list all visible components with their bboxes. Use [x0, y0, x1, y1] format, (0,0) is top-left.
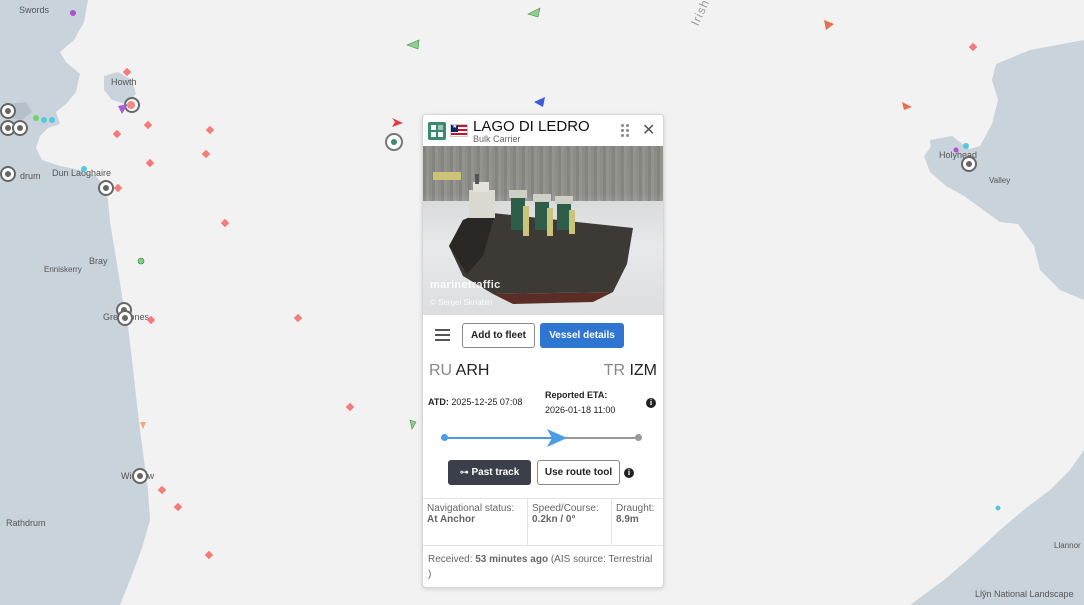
place-bray: Bray	[89, 256, 108, 266]
route-ports: RU ARH TR IZM	[423, 360, 663, 384]
route-tool-button[interactable]: Use route tool	[537, 460, 620, 485]
place-rathdrum: Rathdrum	[6, 518, 46, 528]
eta-info-icon[interactable]: i	[646, 398, 656, 408]
route-tool-info-icon[interactable]: i	[624, 468, 634, 478]
status-grid: Navigational status: At Anchor Speed/Cou…	[423, 498, 663, 546]
port-icon[interactable]	[0, 103, 16, 119]
liberia-flag-icon	[450, 124, 468, 137]
received-value: 53 minutes ago	[475, 554, 549, 565]
port-icon[interactable]	[961, 156, 977, 172]
port-icon[interactable]	[132, 468, 148, 484]
close-icon[interactable]: ✕	[642, 122, 655, 138]
port-icon[interactable]	[12, 120, 28, 136]
past-track-label: Past track	[471, 467, 520, 478]
place-drum: drum	[20, 171, 41, 181]
departure-port-code: ARH	[455, 362, 490, 379]
vessel-name: LAGO DI LEDRO	[473, 118, 590, 135]
atd: ATD: 2025-12-25 07:08	[428, 397, 522, 407]
eta-label: Reported ETA:	[545, 390, 608, 400]
vessel-type: Bulk Carrier	[473, 134, 521, 144]
vessel-info-card: LAGO DI LEDRO Bulk Carrier ✕	[422, 114, 664, 588]
speed-course-value: 0.2kn / 0°	[532, 514, 576, 525]
destination-port[interactable]: TR IZM	[604, 362, 657, 380]
departure-country: RU	[429, 362, 453, 379]
draught-label: Draught:	[616, 503, 655, 514]
voyage-progress	[441, 429, 642, 447]
progress-ship-arrow-icon	[546, 429, 567, 447]
past-track-icon: ⊶	[459, 468, 469, 478]
card-actions: Add to fleet Vessel details	[423, 321, 663, 351]
place-valley: Valley	[989, 176, 1011, 185]
past-track-button[interactable]: ⊶ Past track	[448, 460, 531, 485]
speed-course-cell: Speed/Course: 0.2kn / 0°	[528, 499, 612, 545]
nav-status-cell: Navigational status: At Anchor	[423, 499, 528, 545]
atd-label: ATD:	[428, 397, 449, 407]
received-label: Received:	[428, 554, 473, 565]
departure-port[interactable]: RU ARH	[429, 362, 489, 380]
photo-watermark: marinetraffic	[430, 279, 501, 291]
card-header: LAGO DI LEDRO Bulk Carrier ✕	[423, 115, 663, 146]
port-icon[interactable]	[0, 166, 16, 182]
received-info: Received: 53 minutes ago (AIS source: Te…	[428, 552, 658, 582]
draught-cell: Draught: 8.9m	[612, 499, 663, 545]
progress-start-dot	[441, 434, 448, 441]
progress-end-dot	[635, 434, 642, 441]
vessel-photo[interactable]: marinetraffic © Sergei Skriabin	[423, 146, 663, 315]
draught-value: 8.9m	[616, 514, 639, 525]
eta-value: 2026-01-18 11:00	[545, 405, 616, 415]
vessel-details-button[interactable]: Vessel details	[540, 323, 624, 348]
atd-value: 2025-12-25 07:08	[451, 397, 523, 407]
speed-course-label: Speed/Course:	[532, 503, 599, 514]
port-icon[interactable]	[117, 310, 133, 326]
selected-vessel-marker[interactable]	[385, 133, 403, 151]
destination-port-code: IZM	[629, 362, 657, 379]
place-howth: Howth	[111, 77, 137, 87]
nav-status-value: At Anchor	[427, 514, 475, 525]
place-llyn: Llŷn National Landscape	[975, 589, 1074, 599]
llyn-land	[910, 450, 1084, 605]
place-dun-laoghaire: Dun Laoghaire	[52, 168, 112, 178]
bulk-carrier-icon	[428, 122, 446, 140]
port-icon[interactable]	[124, 97, 140, 113]
place-llannor: Llannor	[1054, 541, 1081, 550]
port-icon[interactable]	[98, 180, 114, 196]
photo-credit: © Sergei Skriabin	[430, 298, 493, 307]
place-swords: Swords	[19, 5, 50, 15]
nav-status-label: Navigational status:	[427, 503, 515, 514]
place-enniskerry: Enniskerry	[44, 265, 82, 274]
add-to-fleet-button[interactable]: Add to fleet	[462, 323, 535, 348]
menu-icon[interactable]	[435, 329, 450, 341]
progress-fill	[443, 437, 561, 439]
destination-country: TR	[603, 362, 625, 379]
drag-handle-icon[interactable]	[621, 124, 631, 138]
